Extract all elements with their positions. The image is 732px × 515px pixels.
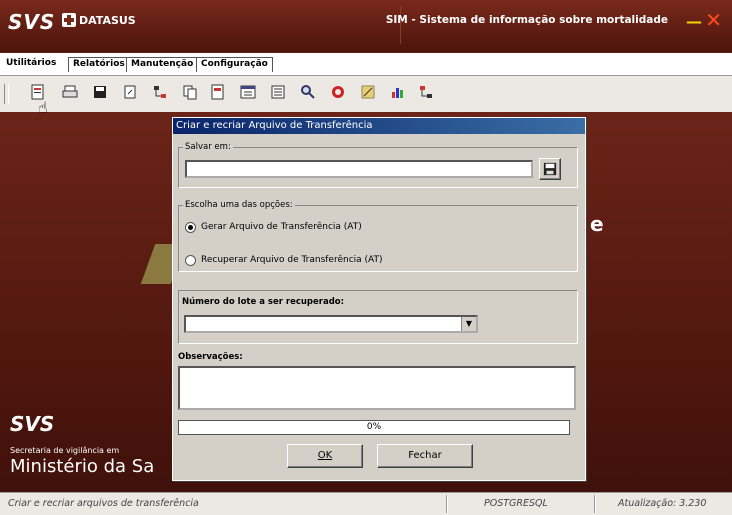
menu-relatorios[interactable]: Relatórios	[68, 57, 130, 72]
save-browse-button[interactable]	[539, 158, 561, 180]
save-path-input[interactable]	[185, 160, 533, 178]
hand-cursor-icon: ☝	[38, 98, 48, 117]
menu-configuracao[interactable]: Configuração	[196, 57, 273, 72]
background-letter: e	[590, 212, 604, 236]
print-icon[interactable]	[62, 84, 78, 100]
refresh-icon[interactable]	[330, 84, 346, 100]
datasus-icon	[62, 13, 76, 27]
background-secretaria: Secretaria de vigilância em	[10, 446, 120, 455]
datasus-logo: DATASUS	[62, 13, 136, 27]
progress-bar: 0%	[178, 420, 570, 435]
save-icon[interactable]	[92, 84, 108, 100]
observations-textarea[interactable]	[178, 366, 576, 410]
menu-manutencao[interactable]: Manutenção	[126, 57, 199, 72]
generate-radio[interactable]	[185, 222, 196, 233]
svs-logo: SVS	[8, 10, 56, 34]
lote-label: Número do lote a ser recuperado:	[182, 297, 345, 307]
progress-text: 0%	[366, 422, 382, 432]
recover-label: Recuperar Arquivo de Transferência (AT)	[201, 255, 383, 265]
status-bar: Criar e recriar arquivos de transferênci…	[0, 492, 732, 515]
chart-icon[interactable]	[390, 84, 406, 100]
menu-utilitarios[interactable]: Utilitários	[2, 57, 61, 71]
dialog-title: Criar e recriar Arquivo de Transferência	[173, 118, 585, 134]
background-svs-logo: SVS	[10, 412, 55, 436]
status-update: Atualização: 3.230	[618, 498, 707, 509]
minimize-icon[interactable]: —	[686, 12, 702, 31]
document-edit-icon[interactable]	[210, 84, 226, 100]
calendar-icon[interactable]	[240, 84, 256, 100]
chevron-down-icon[interactable]: ▼	[461, 317, 476, 331]
save-in-legend: Salvar em:	[185, 142, 231, 152]
generate-label: Gerar Arquivo de Transferência (AT)	[201, 222, 362, 232]
tools-icon[interactable]	[360, 84, 376, 100]
status-database: POSTGRESQL	[484, 498, 548, 509]
close-icon[interactable]: ✕	[705, 8, 722, 32]
network-icon[interactable]	[152, 84, 168, 100]
background-ministerio: Ministério da Sa	[10, 456, 155, 477]
app-title: SIM - Sistema de informação sobre mortal…	[385, 14, 668, 26]
options-legend: Escolha uma das opções:	[185, 200, 293, 210]
report-icon[interactable]	[270, 84, 286, 100]
close-button[interactable]: Fechar	[377, 444, 473, 468]
toolbar	[0, 76, 732, 113]
export-icon[interactable]	[122, 84, 138, 100]
observations-label: Observações:	[178, 352, 243, 362]
save-icon	[543, 162, 557, 176]
title-bar: SVS DATASUS SIM - Sistema de informação …	[0, 0, 732, 52]
copy-icon[interactable]	[182, 84, 198, 100]
recover-radio[interactable]	[185, 255, 196, 266]
menu-bar: Utilitários Relatórios Manutenção Config…	[0, 53, 732, 76]
search-icon[interactable]	[300, 84, 316, 100]
status-message: Criar e recriar arquivos de transferênci…	[8, 498, 199, 509]
transfer-dialog: Criar e recriar Arquivo de Transferência…	[172, 117, 586, 481]
ok-button[interactable]: OK	[287, 444, 363, 468]
lote-select[interactable]: ▼	[184, 315, 478, 333]
exit-network-icon[interactable]	[418, 84, 434, 100]
